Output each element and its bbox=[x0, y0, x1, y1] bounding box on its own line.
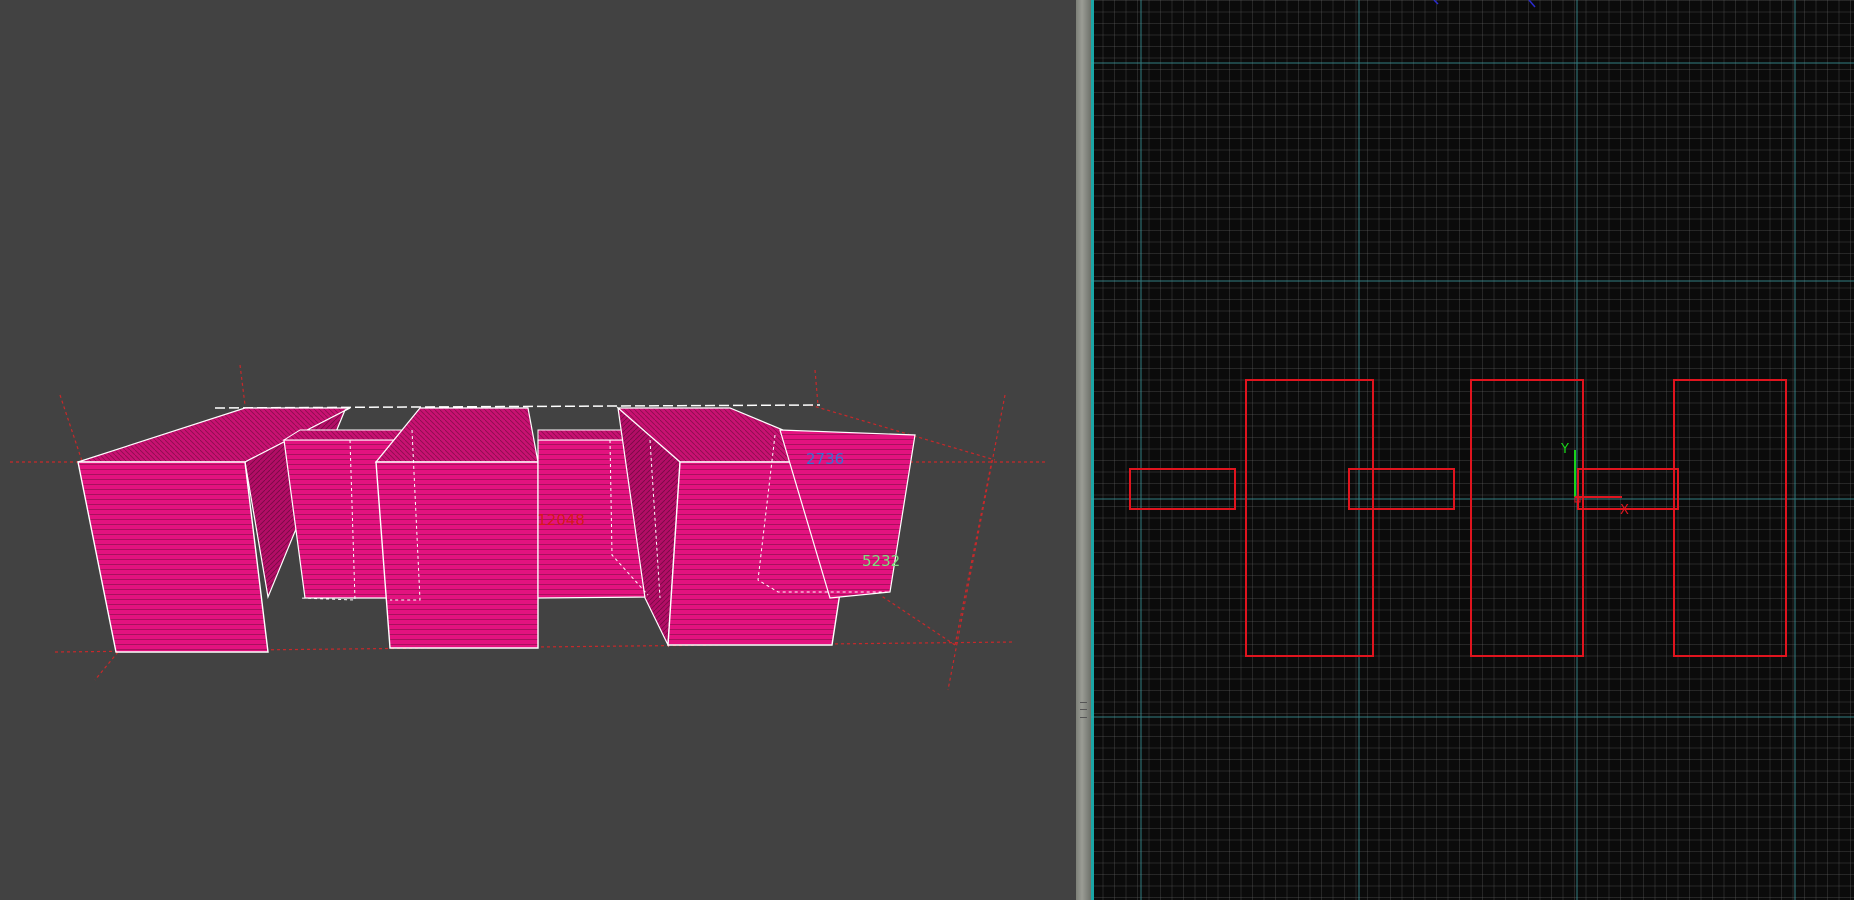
plan-block-middle[interactable] bbox=[1470, 379, 1584, 657]
length-dimension-label[interactable]: 12048 bbox=[537, 511, 585, 529]
ucs-axis-icon: Y X bbox=[1560, 442, 1629, 518]
plan-outline[interactable] bbox=[1129, 379, 1787, 657]
perspective-viewport[interactable]: 12048 2736 5232 bbox=[0, 0, 1076, 900]
plan-viewport[interactable]: Y X bbox=[1091, 0, 1854, 900]
offscreen-marks bbox=[1433, 0, 1536, 8]
x-axis-label: X bbox=[1620, 503, 1629, 518]
plan-block-right[interactable] bbox=[1673, 379, 1787, 657]
cad-workspace: 12048 2736 5232 Y X bbox=[0, 0, 1854, 900]
plan-drawing: Y X bbox=[1091, 0, 1854, 900]
plan-connector-middle[interactable] bbox=[1348, 468, 1455, 510]
splitter-grip-icon bbox=[1080, 702, 1087, 718]
plan-block-left[interactable] bbox=[1245, 379, 1374, 657]
major-grid bbox=[1091, 0, 1854, 900]
plan-connector-left[interactable] bbox=[1129, 468, 1236, 510]
height-dimension-label[interactable]: 5232 bbox=[862, 552, 900, 570]
block-right[interactable] bbox=[616, 406, 916, 648]
perspective-scene: 12048 2736 5232 bbox=[10, 364, 1045, 691]
block-middle[interactable] bbox=[374, 407, 539, 649]
viewport-splitter[interactable] bbox=[1076, 0, 1091, 900]
depth-dimension-label[interactable]: 2736 bbox=[806, 450, 844, 468]
y-axis-label: Y bbox=[1560, 442, 1569, 457]
